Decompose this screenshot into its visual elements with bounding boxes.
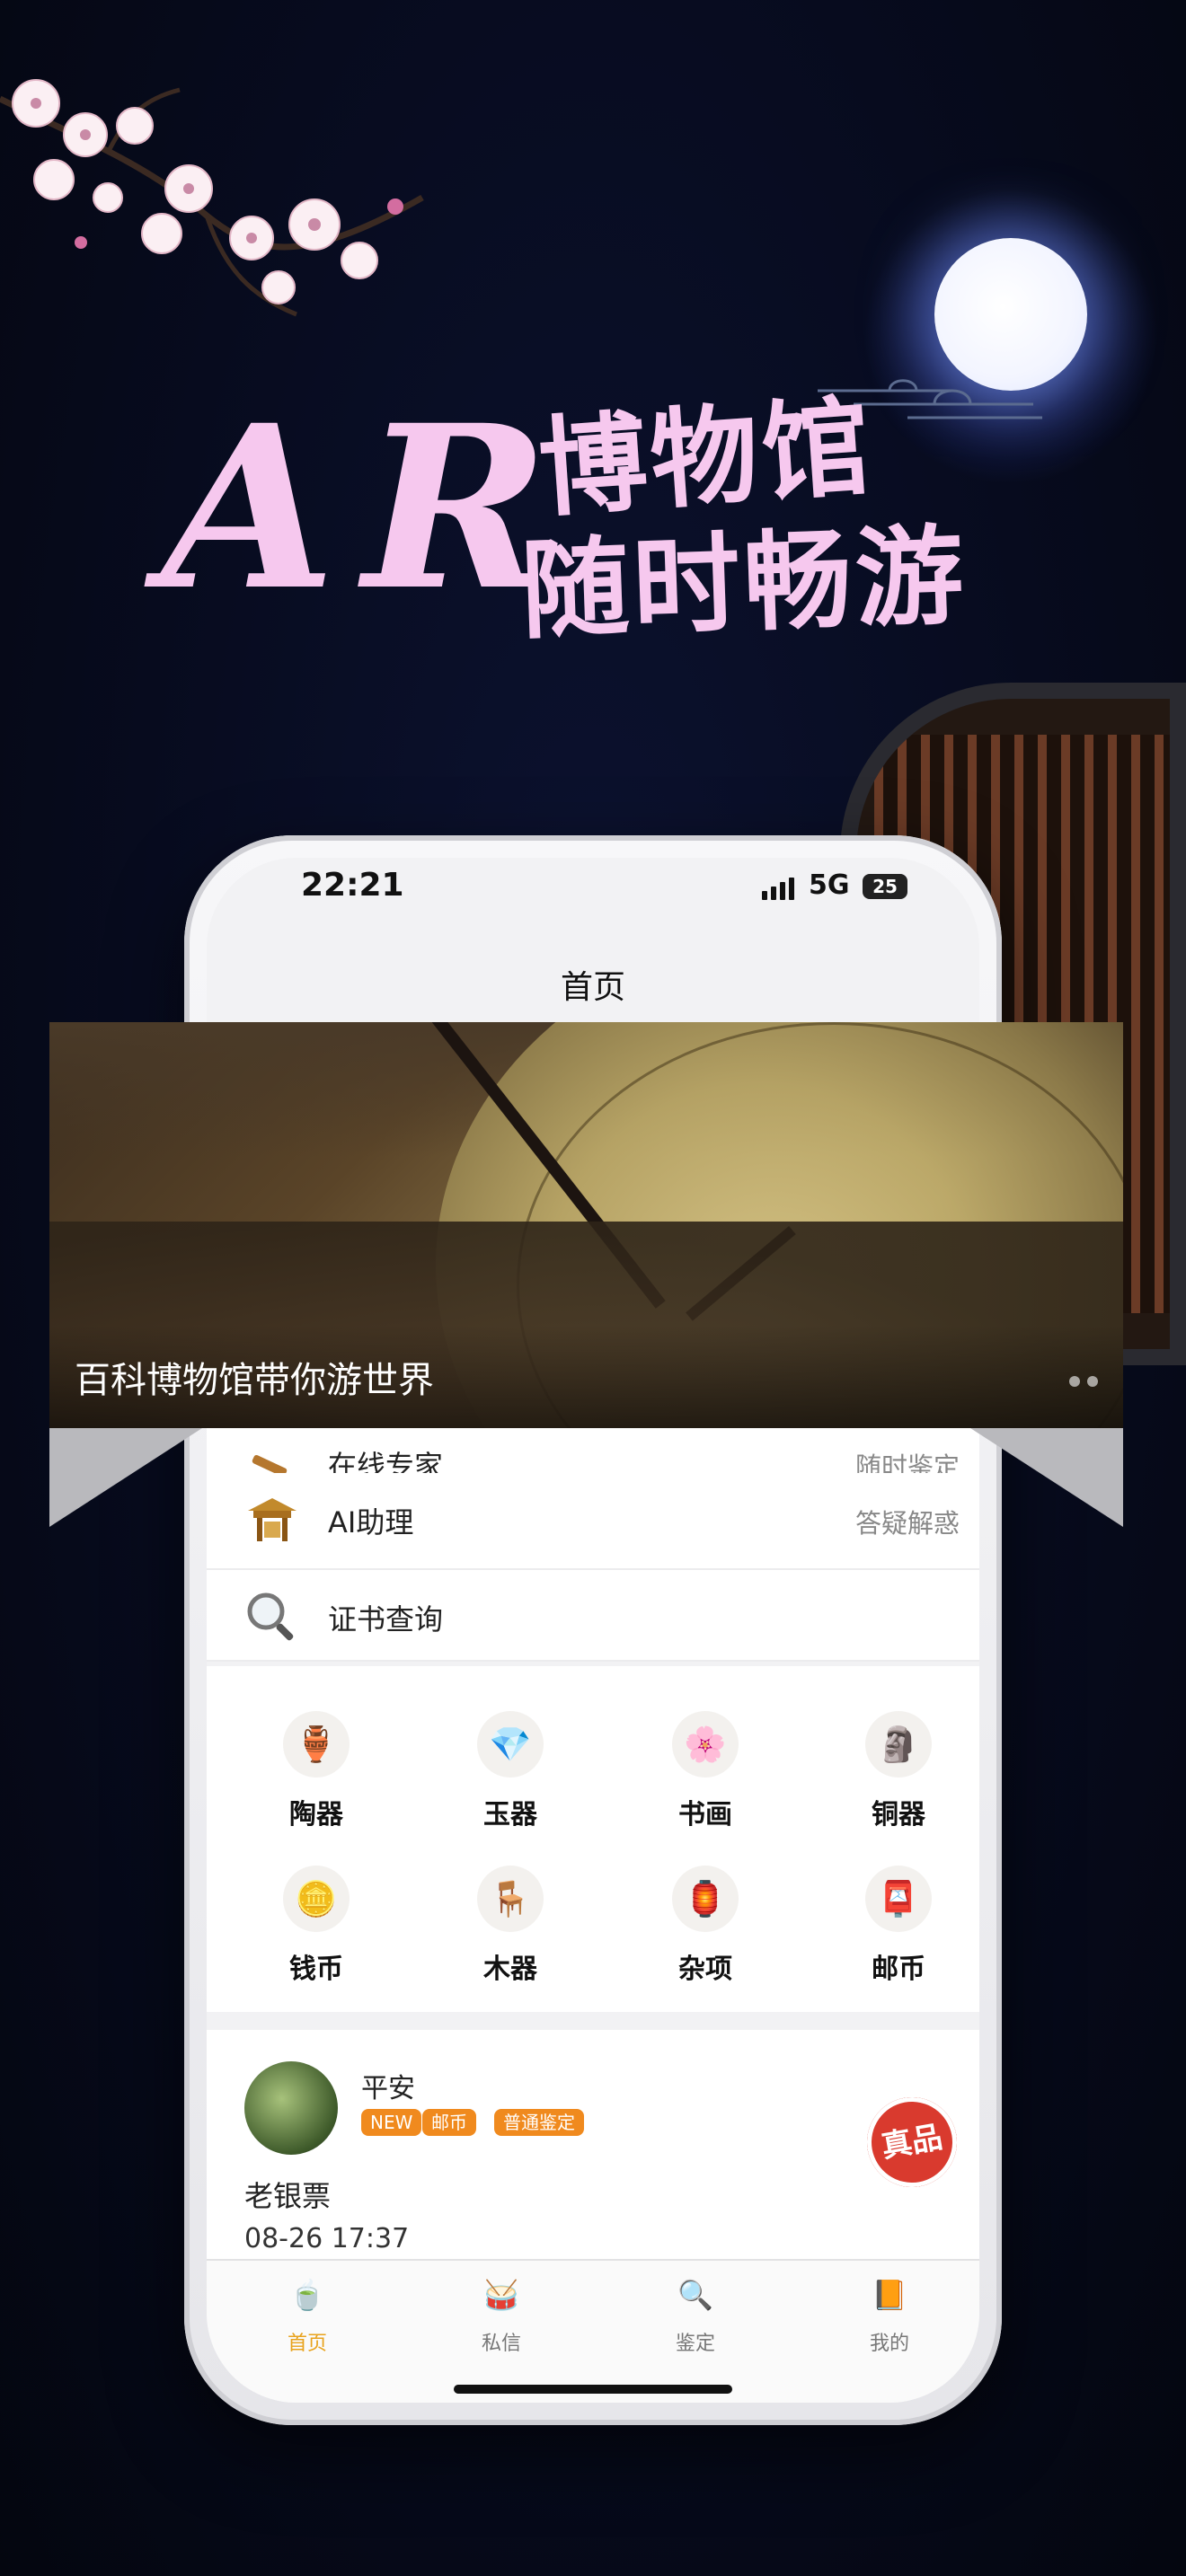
status-bar: 22:21 5G 25 (207, 858, 979, 948)
tab-profile[interactable]: 📙 我的 (836, 2270, 943, 2356)
category-label: 木器 (483, 1954, 537, 1985)
category-misc[interactable]: 🏮 杂项 (647, 1866, 764, 1986)
tab-home[interactable]: 🍵 首页 (253, 2270, 361, 2356)
category-stamps[interactable]: 📮 邮币 (840, 1866, 957, 1986)
category-label: 玉器 (483, 1799, 537, 1831)
category-woodwork[interactable]: 🪑 木器 (452, 1866, 569, 1986)
category-label: 书画 (678, 1799, 732, 1831)
category-bronze[interactable]: 🗿 铜器 (840, 1711, 957, 1831)
banner-shadow-left (49, 1428, 202, 1527)
category-grid: 🏺 陶器 💎 玉器 🌸 书画 🗿 铜器 🪙 钱币 🪑 木器 🏮 杂项 📮 邮币 (207, 1666, 979, 2012)
post-timestamp: 08-26 17:37 (244, 2223, 410, 2254)
stamp-icon: 📮 (865, 1866, 932, 1932)
tab-label: 鉴定 (675, 2333, 715, 2355)
painting-icon: 🌸 (672, 1711, 739, 1778)
banner-carousel[interactable]: 百科博物馆带你游世界 (49, 1022, 1123, 1428)
hero-title-line2: 随时畅游 (518, 512, 969, 655)
category-coins[interactable]: 🪙 钱币 (258, 1866, 375, 1986)
menu-item-label: AI助理 (328, 1505, 414, 1539)
carousel-dots[interactable] (1062, 1373, 1098, 1390)
appraisal-type-tag: 普通鉴定 (494, 2109, 584, 2136)
menu-item-label: 证书查询 (328, 1602, 444, 1636)
home-bowl-icon: 🍵 (289, 2278, 325, 2312)
new-badge: NEW (361, 2109, 422, 2136)
message-drum-icon: 🥁 (483, 2278, 519, 2312)
pavilion-icon (244, 1493, 300, 1548)
category-label: 铜器 (872, 1799, 925, 1831)
battery-icon: 25 (863, 874, 907, 899)
bronze-buddha-icon: 🗿 (865, 1711, 932, 1778)
status-time: 22:21 (301, 867, 404, 904)
category-pottery[interactable]: 🏺 陶器 (258, 1711, 375, 1831)
network-type: 5G (809, 869, 850, 901)
post-title: 老银票 (244, 2179, 332, 2213)
profile-icon: 📙 (872, 2278, 907, 2312)
menu-item-hint: 答疑解惑 (854, 1508, 960, 1539)
category-label: 杂项 (678, 1954, 732, 1985)
home-indicator (454, 2385, 732, 2394)
category-label: 钱币 (289, 1954, 343, 1985)
menu-item-ai-assistant[interactable]: AI助理 答疑解惑 (207, 1473, 979, 1570)
banner-shadow-right (970, 1428, 1123, 1527)
tab-bar: 🍵 首页 🥁 私信 🔍 鉴定 📙 我的 (207, 2259, 979, 2403)
jade-icon: 💎 (477, 1711, 544, 1778)
appraisal-post-card[interactable]: 平安 NEW 邮币 普通鉴定 老银票 08-26 17:37 (207, 2030, 979, 2263)
signal-icon (762, 878, 798, 900)
hero-ar-text: AR (162, 375, 577, 640)
tab-label: 首页 (287, 2333, 327, 2355)
tab-messages[interactable]: 🥁 私信 (447, 2270, 555, 2356)
banner-caption: 百科博物馆带你游世界 (75, 1360, 434, 1401)
avatar[interactable] (244, 2061, 338, 2155)
category-tag: 邮币 (422, 2109, 476, 2136)
category-label: 陶器 (289, 1799, 343, 1831)
misc-icon: 🏮 (672, 1866, 739, 1932)
coin-icon: 🪙 (283, 1866, 350, 1932)
post-username: 平安 (361, 2073, 415, 2104)
category-painting[interactable]: 🌸 书画 (647, 1711, 764, 1831)
page-title: 首页 (560, 969, 625, 1006)
cherry-blossom-decoration (0, 79, 424, 317)
tab-appraise[interactable]: 🔍 鉴定 (642, 2270, 749, 2356)
magnifier-icon (244, 1590, 300, 1645)
appraise-icon: 🔍 (677, 2278, 713, 2312)
menu-item-certificate-query[interactable]: 证书查询 (207, 1570, 979, 1662)
wood-furniture-icon: 🪑 (477, 1866, 544, 1932)
tab-label: 私信 (481, 2333, 521, 2355)
category-jade[interactable]: 💎 玉器 (452, 1711, 569, 1831)
vase-icon: 🏺 (283, 1711, 350, 1778)
tab-label: 我的 (869, 2333, 909, 2355)
category-label: 邮币 (872, 1954, 925, 1985)
hero-title-line1: 博物馆 (535, 383, 878, 533)
